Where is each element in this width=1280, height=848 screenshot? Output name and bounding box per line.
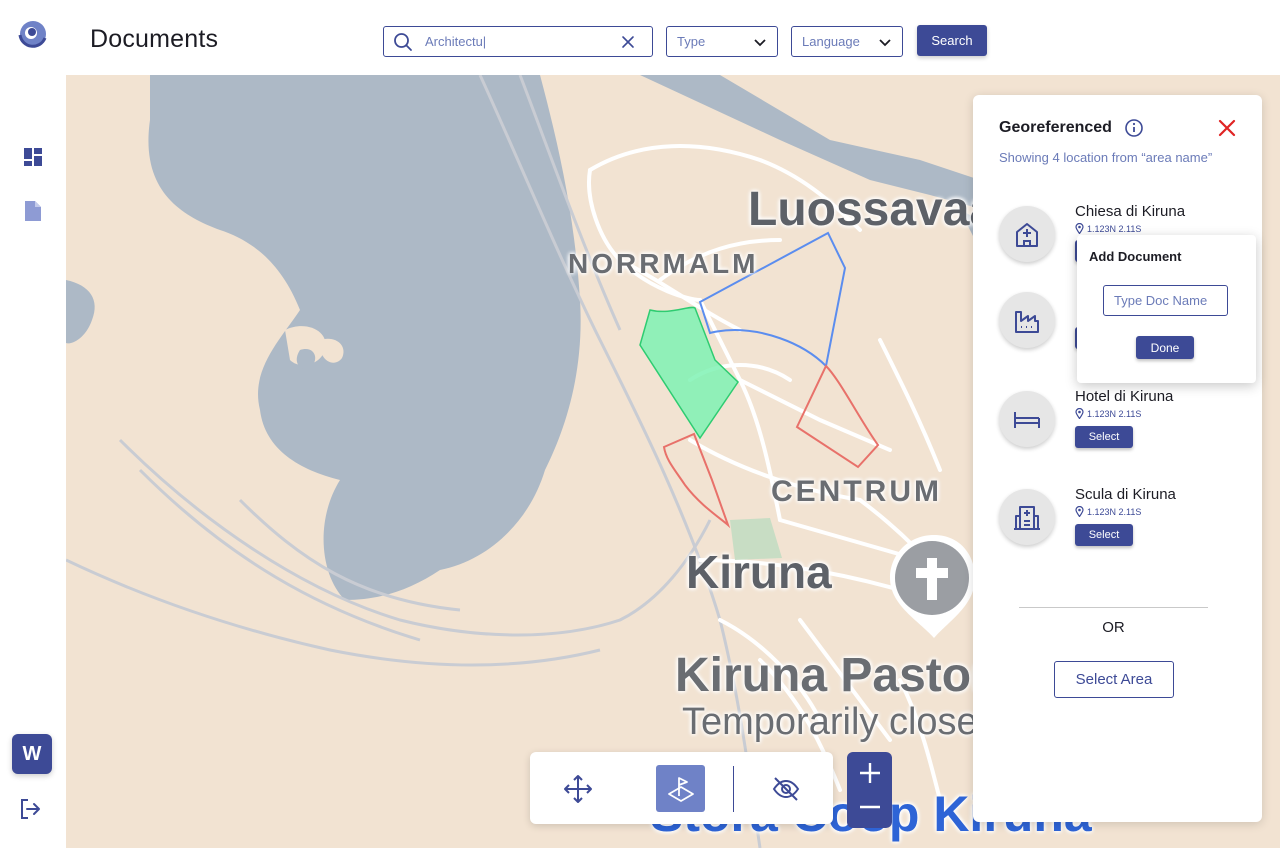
search-button[interactable]: Search: [917, 25, 987, 56]
red-area[interactable]: [662, 432, 731, 529]
select-area-button[interactable]: Select Area: [1054, 661, 1174, 698]
toolbar-divider: [733, 766, 734, 812]
tool-hide[interactable]: [761, 765, 810, 812]
panel-title: Georeferenced: [999, 119, 1112, 136]
factory-icon: [1015, 311, 1039, 333]
pin-icon: [1075, 223, 1084, 234]
location-icon: [999, 391, 1055, 447]
georeference-icon: [667, 776, 694, 802]
location-coords: 1.123N 2.11S: [1075, 506, 1141, 517]
type-select[interactable]: Type: [666, 26, 778, 57]
logout-icon[interactable]: [19, 797, 43, 821]
hide-icon: [772, 776, 799, 801]
language-select[interactable]: Language: [791, 26, 903, 57]
location-icon: [999, 489, 1055, 545]
zoom-out-button[interactable]: [847, 789, 892, 825]
app-logo[interactable]: [17, 18, 49, 50]
done-button[interactable]: Done: [1136, 336, 1194, 359]
location-name: Hotel di Kiruna: [1075, 388, 1174, 405]
document-icon: [25, 201, 41, 221]
lake-west: [66, 280, 95, 344]
search-box[interactable]: [383, 26, 653, 57]
sidebar-item-dashboard[interactable]: [22, 146, 44, 168]
avatar[interactable]: W: [12, 734, 52, 774]
location-coords: 1.123N 2.11S: [1075, 408, 1141, 419]
panel-subtitle: Showing 4 location from “area name”: [999, 150, 1213, 165]
divider: [1019, 607, 1208, 608]
language-select-value: Language: [802, 34, 860, 49]
zoom-control: [847, 752, 892, 828]
georeferenced-panel: Georeferenced Showing 4 location from “a…: [973, 95, 1262, 822]
close-icon[interactable]: [1218, 119, 1236, 137]
add-document-popover: Add Document Done: [1077, 235, 1256, 383]
location-coords: 1.123N 2.11S: [1075, 223, 1141, 234]
location-select-button[interactable]: Select: [1075, 524, 1133, 546]
popover-title: Add Document: [1089, 249, 1182, 264]
search-input[interactable]: [425, 34, 615, 49]
tool-georeference[interactable]: [656, 765, 705, 812]
map-label-centrum: CENTRUM: [771, 475, 942, 508]
page-title: Documents: [90, 25, 219, 53]
sidebar-item-documents[interactable]: [22, 200, 44, 222]
dashboard-icon: [24, 148, 42, 166]
sidebar: W: [0, 0, 66, 848]
move-icon: [563, 774, 592, 803]
pin-icon: [1075, 408, 1084, 419]
map-label-norrmalm: NORRMALM: [568, 248, 759, 279]
location-icon: [999, 206, 1055, 262]
pin-icon: [1075, 506, 1084, 517]
type-select-value: Type: [677, 34, 706, 49]
map-toolbar: [530, 752, 833, 824]
chevron-down-icon: [754, 38, 766, 46]
header: Documents Type Language Search: [66, 0, 1280, 75]
church-icon: [1016, 223, 1038, 247]
school-icon: [1014, 506, 1040, 530]
location-name: Scula di Kiruna: [1075, 486, 1176, 503]
minus-icon: [859, 805, 880, 809]
zoom-in-button[interactable]: [847, 755, 892, 791]
location-name: Chiesa di Kiruna: [1075, 203, 1186, 220]
location-icon: [999, 292, 1055, 348]
plus-icon: [859, 763, 880, 783]
search-icon: [394, 32, 412, 51]
chevron-down-icon: [879, 38, 891, 46]
or-text: OR: [1102, 619, 1125, 636]
church-pin-icon[interactable]: [890, 535, 975, 638]
map-label-kiruna: Kiruna: [686, 546, 832, 598]
clear-icon[interactable]: [621, 35, 635, 49]
selected-area[interactable]: [639, 306, 739, 440]
map-label-closed: Temporarily closed: [682, 701, 999, 743]
bed-icon: [1014, 412, 1040, 428]
tool-move[interactable]: [553, 765, 602, 812]
location-select-button[interactable]: Select: [1075, 426, 1133, 448]
doc-name-input[interactable]: [1103, 285, 1228, 316]
info-icon[interactable]: [1124, 118, 1144, 138]
